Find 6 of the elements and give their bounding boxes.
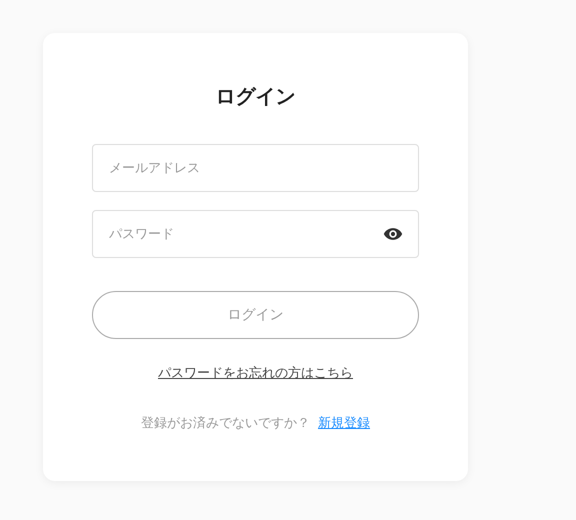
forgot-password-link[interactable]: パスワードをお忘れの方はこちら (158, 365, 353, 383)
page-title: ログイン (216, 83, 296, 109)
password-field[interactable]: パスワード (92, 210, 419, 258)
email-field[interactable]: メールアドレス (92, 144, 419, 192)
signup-prompt: 登録がお済みでないですか？ (141, 415, 310, 433)
signup-link[interactable]: 新規登録 (318, 415, 370, 433)
